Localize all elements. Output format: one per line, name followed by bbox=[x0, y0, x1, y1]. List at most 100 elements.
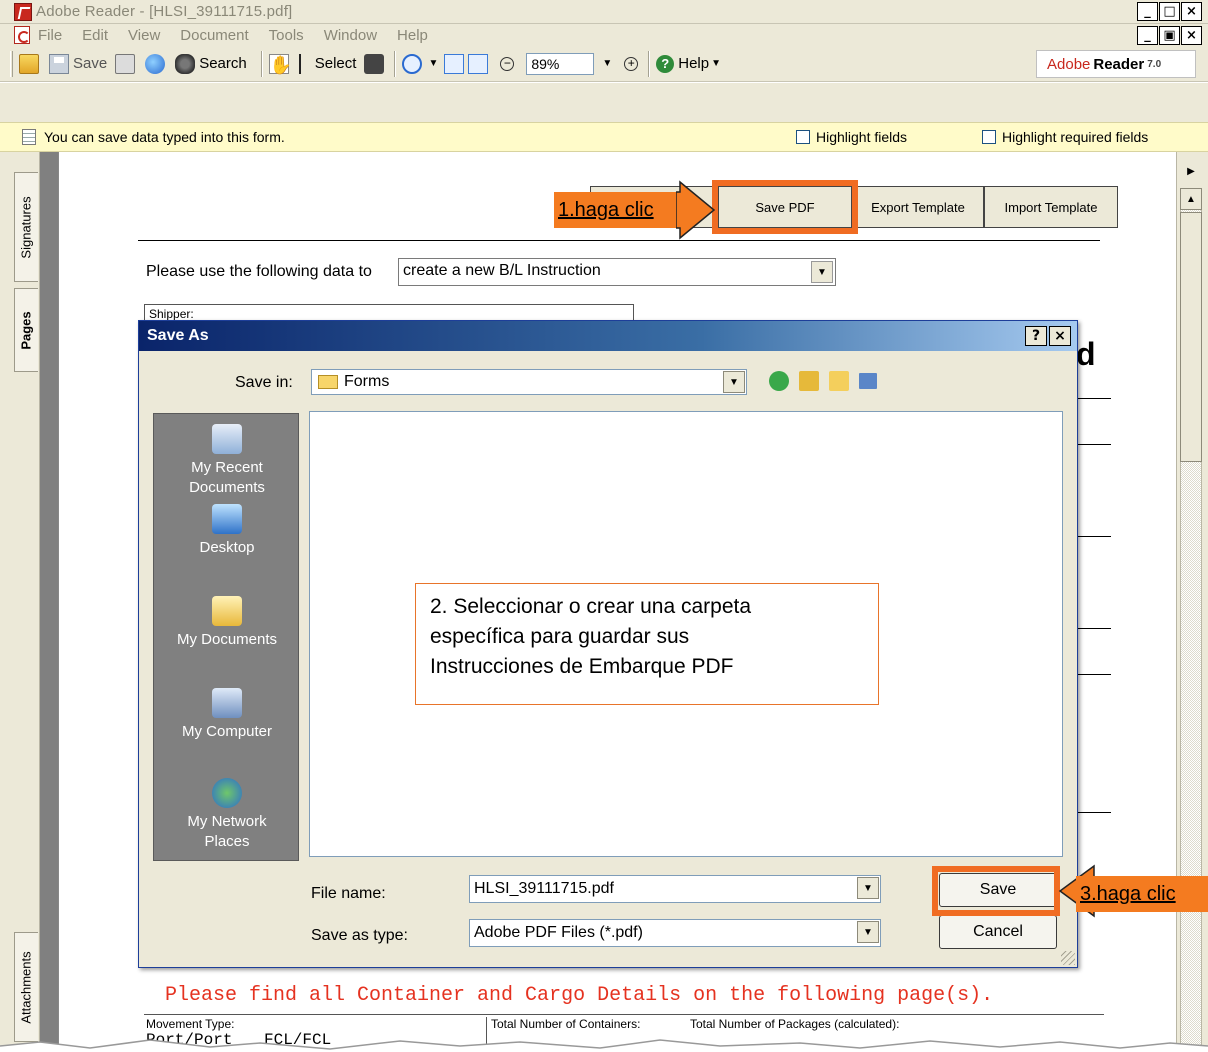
dialog-title: Save As bbox=[147, 327, 209, 344]
place-my-documents[interactable]: My Documents bbox=[154, 596, 300, 650]
resize-grip[interactable] bbox=[1061, 951, 1075, 965]
chevron-down-icon[interactable]: ▼ bbox=[857, 921, 879, 943]
field-line bbox=[1075, 812, 1111, 813]
places-bar: My Recent Documents Desktop My Documents… bbox=[153, 413, 299, 861]
menu-tools[interactable]: Tools bbox=[269, 27, 304, 44]
highlight-required-fields-checkbox[interactable]: Highlight required fields bbox=[982, 129, 1148, 145]
maximize-button[interactable]: □ bbox=[1159, 2, 1180, 21]
my-documents-icon bbox=[212, 596, 242, 626]
dialog-cancel-button[interactable]: Cancel bbox=[939, 915, 1057, 949]
step-2-line-3: Instrucciones de Embarque PDF bbox=[430, 655, 734, 678]
chevron-down-icon[interactable]: ▼ bbox=[428, 58, 438, 69]
brand-reader: Reader bbox=[1093, 55, 1145, 73]
pdf-document-icon[interactable] bbox=[14, 26, 30, 44]
instruction-type-select[interactable]: create a new B/L Instruction ▼ bbox=[398, 258, 836, 286]
navigation-panel-rail: Signatures Pages Attachments bbox=[0, 152, 40, 1052]
text-cursor-icon bbox=[298, 53, 311, 74]
back-icon[interactable] bbox=[769, 371, 789, 391]
zoom-level-input[interactable]: 89% bbox=[526, 52, 595, 75]
brand-version: 7.0 bbox=[1147, 58, 1162, 70]
doc-close-button[interactable]: × bbox=[1181, 26, 1202, 45]
brand-adobe: Adobe bbox=[1047, 55, 1091, 73]
help-question-icon: ? bbox=[656, 54, 675, 73]
chevron-down-icon[interactable]: ▼ bbox=[811, 261, 833, 283]
toolbar-empty-area bbox=[0, 83, 1208, 122]
view-menu-icon[interactable] bbox=[859, 373, 877, 389]
doc-minimize-button[interactable]: _ bbox=[1137, 26, 1158, 45]
save-as-type-select[interactable]: Adobe PDF Files (*.pdf) ▼ bbox=[469, 919, 881, 947]
place-my-network-places[interactable]: My Network Places bbox=[154, 778, 300, 852]
dialog-close-button[interactable]: × bbox=[1049, 326, 1071, 346]
place-my-computer[interactable]: My Computer bbox=[154, 688, 300, 742]
place-label: My Network bbox=[187, 813, 267, 830]
place-my-recent-documents[interactable]: My Recent Documents bbox=[154, 424, 300, 498]
movement-type-label: Movement Type: bbox=[146, 1017, 235, 1031]
up-folder-icon[interactable] bbox=[799, 371, 819, 391]
scroll-up-button[interactable]: ▲ bbox=[1180, 188, 1202, 210]
field-line bbox=[1075, 536, 1111, 537]
hand-tool-icon[interactable]: ✋ bbox=[268, 53, 292, 75]
toolbar-grip[interactable] bbox=[10, 50, 13, 77]
recent-documents-icon bbox=[212, 424, 242, 454]
menu-edit[interactable]: Edit bbox=[82, 27, 108, 44]
tab-signatures-label: Signatures bbox=[19, 195, 34, 259]
zoom-dropdown-chevron-icon[interactable]: ▼ bbox=[602, 58, 612, 69]
close-window-button[interactable]: × bbox=[1181, 2, 1202, 21]
step-3-label: 3.haga clic bbox=[1080, 882, 1176, 905]
print-icon[interactable] bbox=[115, 53, 136, 74]
torn-edge-decoration bbox=[0, 1039, 1208, 1052]
toolbar-separator bbox=[260, 50, 263, 77]
save-button-highlight bbox=[932, 866, 1060, 916]
menu-view[interactable]: View bbox=[128, 27, 160, 44]
dialog-titlebar: Save As ? × bbox=[139, 321, 1077, 351]
export-template-button[interactable]: Export Template bbox=[852, 186, 984, 228]
place-label: Documents bbox=[189, 479, 265, 496]
chevron-down-icon[interactable]: ▼ bbox=[723, 371, 745, 393]
shipper-label: Shipper: bbox=[149, 307, 194, 321]
save-toolbar-button[interactable]: Save bbox=[49, 53, 108, 74]
new-folder-icon[interactable] bbox=[829, 371, 849, 391]
tab-signatures[interactable]: Signatures bbox=[14, 172, 38, 282]
window-title: Adobe Reader - [HLSI_39111715.pdf] bbox=[36, 3, 293, 20]
open-folder-icon[interactable] bbox=[19, 53, 39, 74]
checkbox-icon bbox=[796, 130, 810, 144]
minimize-button[interactable]: _ bbox=[1137, 2, 1158, 21]
zoom-out-icon[interactable]: − bbox=[500, 56, 515, 71]
save-toolbar-label: Save bbox=[73, 55, 108, 72]
import-template-button[interactable]: Import Template bbox=[984, 186, 1118, 228]
doc-restore-button[interactable]: ▣ bbox=[1159, 26, 1180, 45]
tab-pages[interactable]: Pages bbox=[14, 288, 38, 372]
tab-attachments[interactable]: Attachments bbox=[14, 932, 38, 1042]
help-toolbar-button[interactable]: ? Help ▼ bbox=[656, 54, 727, 73]
place-label: Places bbox=[204, 833, 250, 850]
file-name-input[interactable]: HLSI_39111715.pdf ▼ bbox=[469, 875, 881, 903]
highlight-fields-label: Highlight fields bbox=[816, 129, 908, 145]
file-name-value: HLSI_39111715.pdf bbox=[474, 880, 614, 897]
search-toolbar-button[interactable]: Search bbox=[175, 53, 247, 74]
save-in-dropdown[interactable]: Forms ▼ bbox=[311, 369, 747, 395]
menu-file[interactable]: File bbox=[38, 27, 62, 44]
email-icon[interactable] bbox=[145, 53, 166, 74]
snapshot-camera-icon[interactable] bbox=[364, 53, 385, 74]
zoom-in-icon[interactable]: + bbox=[624, 56, 639, 71]
my-computer-icon bbox=[212, 688, 242, 718]
select-tool-button[interactable]: Select bbox=[298, 53, 356, 74]
highlight-fields-checkbox[interactable]: Highlight fields bbox=[796, 129, 907, 145]
scrollbar-thumb[interactable] bbox=[1180, 212, 1202, 462]
form-info-message: You can save data typed into this form. bbox=[44, 129, 285, 145]
menu-help[interactable]: Help bbox=[397, 27, 428, 44]
checkbox-icon bbox=[982, 130, 996, 144]
collapse-pane-arrow-icon[interactable]: ▶ bbox=[1180, 160, 1202, 182]
fit-width-icon[interactable] bbox=[468, 53, 489, 74]
menu-window[interactable]: Window bbox=[324, 27, 377, 44]
fit-page-icon[interactable] bbox=[444, 53, 465, 74]
menu-document[interactable]: Document bbox=[180, 27, 248, 44]
help-toolbar-label: Help bbox=[678, 55, 710, 72]
chevron-down-icon[interactable]: ▼ bbox=[857, 877, 879, 899]
place-desktop[interactable]: Desktop bbox=[154, 504, 300, 558]
dialog-help-button[interactable]: ? bbox=[1025, 326, 1047, 346]
toolbar-separator bbox=[394, 50, 397, 77]
place-label: My Documents bbox=[176, 631, 278, 648]
save-as-type-label: Save as type: bbox=[311, 927, 408, 944]
zoom-in-tool-icon[interactable] bbox=[402, 53, 423, 74]
